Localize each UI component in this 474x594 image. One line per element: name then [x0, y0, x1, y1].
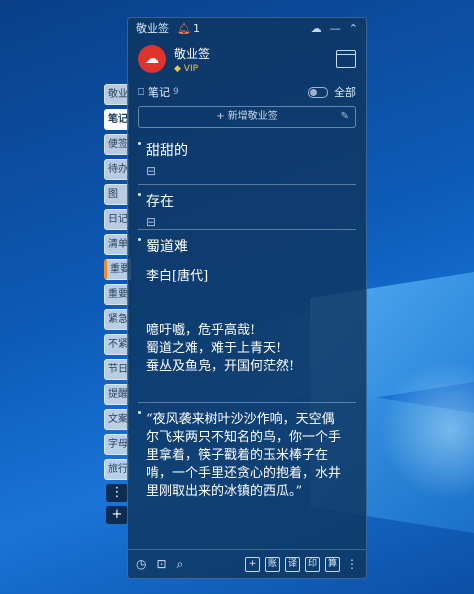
- notes-header: ⎕ 笔记 9 全部: [128, 82, 366, 102]
- side-add-button[interactable]: +: [106, 506, 128, 524]
- vip-badge: ◆ VIP: [174, 63, 199, 74]
- calendar-icon[interactable]: [336, 50, 356, 68]
- side-tab[interactable]: 紧急: [104, 309, 129, 330]
- bell-icon[interactable]: 🔔︎: [177, 22, 191, 35]
- note-title: 存在: [146, 194, 174, 210]
- profile-name: 敬业签: [174, 46, 211, 61]
- account-button[interactable]: 账: [265, 556, 280, 572]
- note-line: [146, 304, 344, 322]
- archive-icon[interactable]: ⊡: [156, 557, 166, 571]
- side-tab[interactable]: 便签: [104, 134, 129, 155]
- note-line: 噫吁嚱，危乎高哉!: [146, 323, 256, 338]
- side-more-button[interactable]: ⋮: [106, 484, 128, 502]
- minimize-icon[interactable]: —: [330, 22, 341, 35]
- notes-count: 9: [173, 87, 179, 97]
- note-body: “夜风袭来树叶沙沙作响，天空偶尔飞来两只不知名的鸟，你一个手里拿着，筷子戳着的玉…: [146, 412, 342, 499]
- bookmark-icon: ⎕: [138, 86, 144, 98]
- add-note-button[interactable]: + 新增敬业签 ✎: [138, 106, 356, 128]
- note-item[interactable]: 蜀道难 李白[唐代] 噫吁嚱，危乎高哉! 蜀道之难，难于上青天! 蚕丛及鱼凫，开…: [138, 230, 356, 403]
- app-title: 敬业签: [136, 22, 169, 35]
- bullet-icon: [138, 142, 141, 145]
- side-tab[interactable]: 不紧: [104, 334, 129, 355]
- note-line: 蚕丛及鱼凫，开国何茫然!: [146, 359, 295, 374]
- bottom-toolbar: ◷ ⊡ ⌕ + 账 译 印 算 ⋮: [128, 549, 366, 578]
- wallpaper-glow: [380, 360, 474, 500]
- profile-bar: ☁ 敬业签 ◆ VIP: [128, 38, 366, 80]
- notice-count: 1: [192, 21, 200, 35]
- avatar[interactable]: ☁: [138, 45, 166, 73]
- side-tab[interactable]: 旅行: [104, 459, 129, 480]
- calculate-button[interactable]: 算: [325, 556, 340, 572]
- note-line: [146, 286, 344, 304]
- note-item[interactable]: 存在 ⊟: [138, 185, 356, 230]
- note-title: 甜甜的: [146, 143, 188, 159]
- filter-dropdown[interactable]: 全部: [334, 84, 356, 100]
- side-tab[interactable]: 字母: [104, 434, 129, 455]
- side-tab[interactable]: 图: [104, 184, 129, 205]
- view-toggle[interactable]: [308, 86, 328, 98]
- note-panel: 敬业签 🔔︎ 1 ☁ — ⌃ ☁ 敬业签 ◆ VIP ⎕ 笔记 9 全部 + 新…: [127, 17, 367, 579]
- note-line: 蜀道之难，难于上青天!: [146, 341, 282, 356]
- side-tab[interactable]: 待办: [104, 159, 129, 180]
- add-note-label: + 新增敬业签: [216, 111, 278, 122]
- side-tab[interactable]: 重要: [104, 284, 129, 305]
- side-tab[interactable]: 提醒: [104, 384, 129, 405]
- bullet-icon: [138, 193, 141, 196]
- cloud-sync-icon[interactable]: ☁: [311, 22, 322, 35]
- print-button[interactable]: 印: [305, 556, 320, 572]
- note-title: 蜀道难: [146, 239, 188, 255]
- title-bar: 敬业签 🔔︎ 1 ☁ — ⌃: [128, 18, 366, 38]
- bullet-icon: [138, 238, 141, 241]
- side-tab[interactable]: 文案: [104, 409, 129, 430]
- clock-icon[interactable]: ◷: [136, 557, 146, 571]
- side-tab[interactable]: 日记: [104, 209, 129, 230]
- pen-icon: ✎: [340, 111, 349, 122]
- side-tab[interactable]: 敬业: [104, 84, 129, 105]
- side-tab[interactable]: 清单: [104, 234, 129, 255]
- note-item[interactable]: 甜甜的 ⊟: [138, 134, 356, 185]
- side-tab[interactable]: 节日: [104, 359, 129, 380]
- bullet-icon: [138, 411, 141, 414]
- search-icon[interactable]: ⌕: [177, 557, 184, 572]
- more-icon[interactable]: ⋮: [346, 557, 358, 571]
- diamond-icon: ◆: [174, 63, 184, 74]
- note-author: 李白[唐代]: [146, 269, 209, 284]
- note-lock-icon: ⊟: [146, 164, 157, 178]
- cloud-logo-icon: ☁: [145, 51, 159, 67]
- note-item[interactable]: “夜风袭来树叶沙沙作响，天空偶尔飞来两只不知名的鸟，你一个手里拿着，筷子戳着的玉…: [138, 403, 356, 537]
- note-lock-icon: ⊟: [146, 215, 157, 229]
- side-tab-active[interactable]: 笔记: [104, 109, 129, 130]
- add-button[interactable]: +: [245, 556, 260, 572]
- collapse-icon[interactable]: ⌃: [349, 22, 358, 35]
- translate-button[interactable]: 译: [285, 556, 300, 572]
- notes-label[interactable]: 笔记: [148, 84, 170, 100]
